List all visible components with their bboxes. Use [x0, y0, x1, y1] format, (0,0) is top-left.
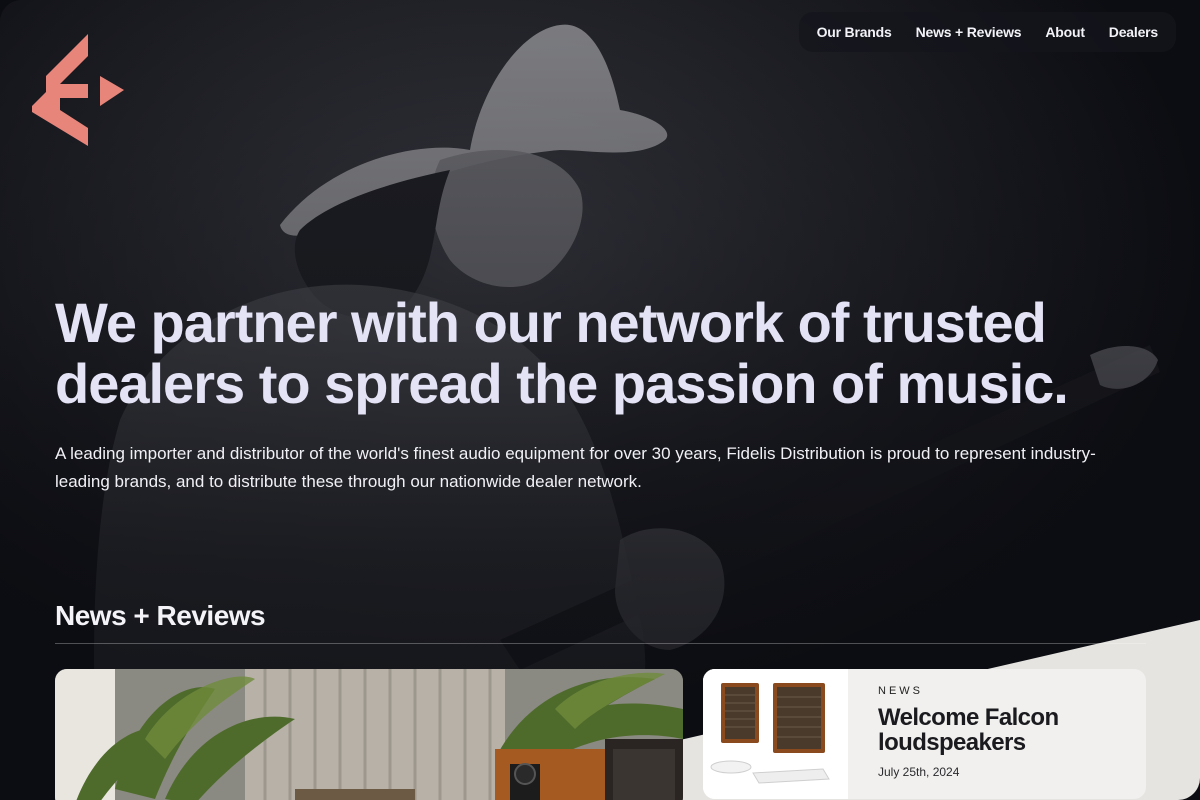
featured-article-card[interactable] — [55, 669, 683, 800]
news-card-date: July 25th, 2024 — [878, 765, 960, 779]
news-article-card[interactable]: NEWS Welcome Falcon loudspeakers July 25… — [703, 669, 1146, 799]
nav-item-our-brands[interactable]: Our Brands — [805, 12, 904, 52]
news-category-label: NEWS — [878, 685, 923, 697]
fidelis-logo-icon[interactable] — [30, 32, 130, 148]
news-section-title: News + Reviews — [55, 600, 266, 631]
nav-item-dealers[interactable]: Dealers — [1097, 12, 1170, 52]
news-card-body: NEWS Welcome Falcon loudspeakers July 25… — [848, 669, 1146, 799]
section-divider — [55, 643, 1146, 644]
main-nav: Our Brands News + Reviews About Dealers — [798, 12, 1176, 52]
nav-item-about[interactable]: About — [1033, 12, 1096, 52]
nav-item-news-reviews[interactable]: News + Reviews — [904, 12, 1034, 52]
featured-article-image — [55, 669, 683, 800]
page-frame: Our Brands News + Reviews About Dealers … — [0, 0, 1200, 800]
news-card-title[interactable]: Welcome Falcon loudspeakers — [878, 705, 1146, 755]
hero-description: A leading importer and distributor of th… — [55, 444, 1096, 491]
news-thumbnail — [703, 669, 848, 799]
loudspeakers-image — [703, 669, 848, 799]
hero-title: We partner with our network of trusted d… — [55, 291, 1069, 415]
